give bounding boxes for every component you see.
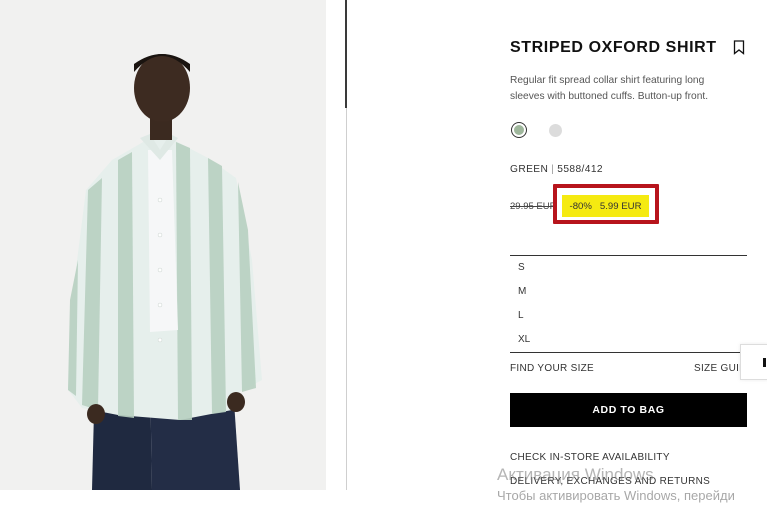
find-your-size-link[interactable]: FIND YOUR SIZE (510, 363, 594, 374)
color-reference: GREEN | 5588/412 (510, 164, 603, 175)
size-list-bottom-rule (510, 352, 747, 353)
size-option-xl[interactable]: XL (518, 334, 530, 345)
size-option-l[interactable]: L (518, 310, 524, 321)
product-image[interactable] (0, 0, 326, 490)
product-description: Regular fit spread collar shirt featurin… (510, 75, 709, 102)
color-name: GREEN (510, 164, 549, 175)
separator: | (551, 164, 555, 175)
size-list-top-rule (510, 255, 747, 256)
side-tab-icon (763, 358, 766, 367)
size-option-m[interactable]: M (518, 286, 526, 297)
check-store-link[interactable]: CHECK IN-STORE AVAILABILITY (510, 452, 670, 463)
bookmark-icon[interactable] (733, 40, 745, 55)
side-tab[interactable] (740, 344, 767, 380)
color-swatch-white[interactable] (549, 124, 562, 137)
sale-price: 5.99 EUR (599, 200, 642, 212)
reference-number: 5588/412 (557, 164, 603, 175)
add-to-bag-button[interactable]: ADD TO BAG (510, 393, 747, 427)
size-guide-link[interactable]: SIZE GUID (694, 363, 747, 374)
swatch-fill (514, 125, 524, 135)
windows-watermark-subtitle: Чтобы активировать Windows, перейди (497, 488, 735, 503)
scroll-indicator[interactable] (345, 0, 347, 108)
model-photo (0, 0, 326, 490)
windows-watermark-title: Активация Windows (497, 465, 654, 484)
size-option-s[interactable]: S (518, 262, 525, 273)
color-swatch-green[interactable] (511, 122, 527, 138)
sale-price-badge: -80% 5.99 EUR (562, 195, 649, 217)
discount-label: -80% (569, 200, 592, 212)
old-price: 29.95 EUR (510, 201, 557, 212)
product-title: STRIPED OXFORD SHIRT (510, 39, 717, 56)
